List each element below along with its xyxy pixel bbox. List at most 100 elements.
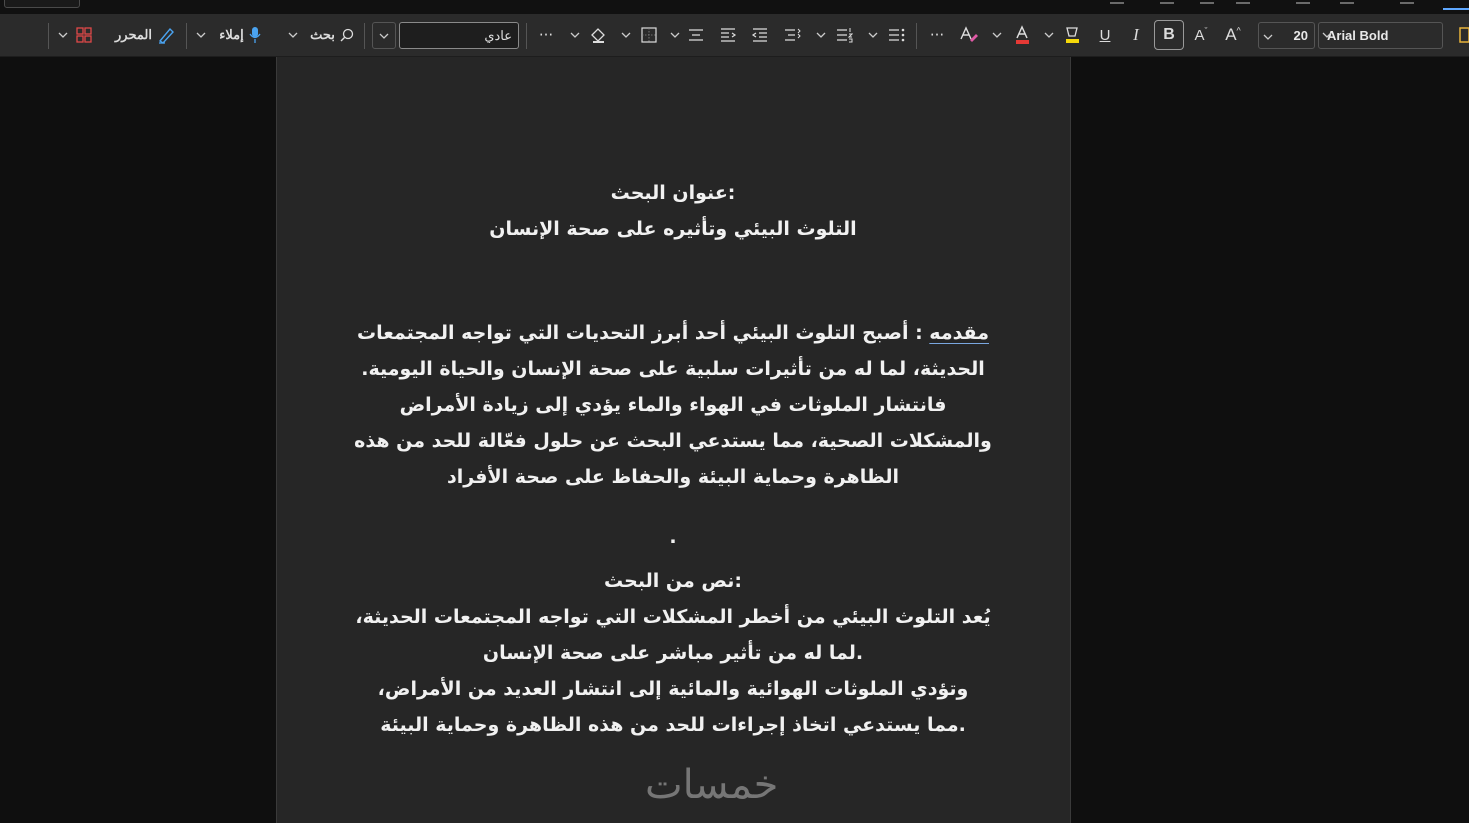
search-button[interactable]: بحث xyxy=(306,21,358,49)
body-heading: :نص من البحث xyxy=(604,570,742,592)
italic-button[interactable]: I xyxy=(1124,21,1148,49)
intro-line: فانتشار الملوثات في الهواء والماء يؤدي إ… xyxy=(399,394,947,416)
research-title: التلوث البيئي وتأثيره على صحة الإنسان xyxy=(489,218,857,240)
styles-dropdown[interactable]: عادي xyxy=(399,22,519,49)
shrink-font-button[interactable]: Aˇ xyxy=(1189,21,1213,49)
share-button[interactable] xyxy=(4,0,80,8)
styles-chevron-down-icon[interactable] xyxy=(372,22,396,49)
clear-formatting-button[interactable] xyxy=(957,21,981,49)
ribbon-tab[interactable] xyxy=(1400,0,1414,4)
ribbon-tab[interactable] xyxy=(1200,0,1214,4)
divider xyxy=(916,23,917,49)
document-page[interactable]: :عنوان البحث التلوث البيئي وتأثيره على ص… xyxy=(276,57,1071,823)
ribbon-toolbar: Arial Bold 20 A^ Aˇ B I U ··· ··· عادي ب… xyxy=(0,14,1469,57)
font-name-value: Arial Bold xyxy=(1327,28,1389,43)
divider xyxy=(526,23,527,49)
introduction-paragraph: مقدمه : أصبح التلوث البيئي أحد أبرز التح… xyxy=(353,315,993,495)
intro-line: والمشكلات الصحية، مما يستدعي البحث عن حل… xyxy=(354,430,992,452)
underline-label: U xyxy=(1099,26,1111,44)
align-button[interactable] xyxy=(684,21,708,49)
more-icon: ··· xyxy=(538,26,554,44)
shading-button[interactable] xyxy=(586,21,610,49)
divider xyxy=(364,23,365,49)
clear-formatting-icon xyxy=(960,26,978,42)
body-section: :نص من البحث يُعد التلوث البيئي من أخطر … xyxy=(353,563,993,743)
decrease-indent-button[interactable] xyxy=(748,21,772,49)
dictate-button[interactable]: إملاء xyxy=(214,21,266,49)
grow-font-button[interactable]: A^ xyxy=(1221,21,1245,49)
body-line: .لما له من تأثير مباشر على صحة الإنسان xyxy=(482,642,864,664)
align-center-icon xyxy=(689,29,703,41)
divider xyxy=(186,23,187,49)
ribbon-tab[interactable] xyxy=(1340,0,1354,4)
ribbon-tab[interactable] xyxy=(1110,0,1124,4)
body-line: .مما يستدعي اتخاذ إجراءات للحد من هذه ال… xyxy=(380,714,966,736)
intro-heading: مقدمه xyxy=(929,322,989,344)
bullets-button[interactable] xyxy=(884,21,908,49)
italic-label: I xyxy=(1133,25,1139,44)
bullets-chevron-down-icon[interactable] xyxy=(866,21,880,49)
shrink-font-icon: Aˇ xyxy=(1194,26,1208,44)
bullets-icon xyxy=(889,28,905,42)
highlighter-icon xyxy=(1066,27,1079,43)
shading-chevron-down-icon[interactable] xyxy=(568,21,582,49)
more-font-options-button[interactable]: ··· xyxy=(925,21,949,49)
intro-line: الظاهرة وحماية البيئة والحفاظ على صحة ال… xyxy=(446,466,900,488)
body-line: وتؤدي الملوثات الهوائية والمائية إلى انت… xyxy=(377,678,969,700)
numbering-button[interactable] xyxy=(832,21,856,49)
title-block: :عنوان البحث التلوث البيئي وتأثيره على ص… xyxy=(353,175,993,247)
font-name-chevron-down-icon[interactable] xyxy=(1318,21,1336,49)
grow-font-icon: A^ xyxy=(1225,25,1241,44)
ribbon-tab[interactable] xyxy=(1296,0,1310,4)
bold-button[interactable]: B xyxy=(1154,20,1184,50)
intro-line-text: أصبح التلوث البيئي أحد أبرز التحديات الت… xyxy=(356,322,909,344)
microphone-icon xyxy=(249,27,261,43)
dictate-chevron-down-icon[interactable] xyxy=(194,21,208,49)
intro-colon: : xyxy=(908,322,930,344)
borders-button[interactable] xyxy=(637,21,661,49)
bold-label: B xyxy=(1163,26,1175,43)
body-line: يُعد التلوث البيئي من أخطر المشكلات التي… xyxy=(355,606,991,628)
font-size-value: 20 xyxy=(1293,28,1308,43)
font-size-dropdown[interactable]: 20 xyxy=(1258,22,1315,49)
style-value: عادي xyxy=(484,27,512,43)
font-color-button[interactable] xyxy=(1010,21,1034,49)
highlight-button[interactable] xyxy=(1060,21,1084,49)
font-color-chevron-down-icon[interactable] xyxy=(990,21,1004,49)
numbering-icon xyxy=(837,28,853,43)
add-ins-chevron-down-icon[interactable] xyxy=(56,21,70,49)
search-label: بحث xyxy=(310,27,335,42)
title-label: :عنوان البحث xyxy=(610,182,736,204)
decrease-indent-icon xyxy=(751,28,767,42)
increase-indent-button[interactable] xyxy=(716,21,740,49)
document-workspace[interactable]: :عنوان البحث التلوث البيئي وتأثيره على ص… xyxy=(0,57,1469,823)
editor-pen-icon xyxy=(158,27,174,44)
ribbon-tab[interactable] xyxy=(1236,0,1250,4)
add-ins-grid-icon xyxy=(76,27,92,43)
dot-text: . xyxy=(669,526,677,548)
highlight-chevron-down-icon[interactable] xyxy=(1042,21,1056,49)
intro-line: مقدمه : أصبح التلوث البيئي أحد أبرز التح… xyxy=(353,315,993,351)
watermark-logo: خمسات xyxy=(645,762,779,808)
font-color-icon xyxy=(1016,25,1029,44)
paste-icon[interactable] xyxy=(1458,21,1469,49)
numbering-chevron-down-icon[interactable] xyxy=(814,21,828,49)
borders-icon xyxy=(641,27,657,43)
editor-button[interactable]: المحرر xyxy=(112,21,178,49)
more-paragraph-options-button[interactable]: ··· xyxy=(534,21,558,49)
borders-chevron-down-icon[interactable] xyxy=(619,21,633,49)
underline-button[interactable]: U xyxy=(1093,21,1117,49)
search-icon xyxy=(340,28,354,42)
ribbon-tab-strip xyxy=(0,0,1469,14)
add-ins-button[interactable] xyxy=(74,21,94,49)
editor-label: المحرر xyxy=(115,27,152,42)
multilevel-list-icon xyxy=(785,28,801,41)
more-icon: ··· xyxy=(929,26,945,44)
search-chevron-down-icon[interactable] xyxy=(286,21,300,49)
font-name-dropdown[interactable]: Arial Bold xyxy=(1318,22,1443,49)
multilevel-list-button[interactable] xyxy=(780,21,804,49)
ribbon-tab[interactable] xyxy=(1160,0,1174,4)
increase-indent-icon xyxy=(721,28,737,42)
align-chevron-down-icon[interactable] xyxy=(668,21,682,49)
ribbon-tab-home[interactable] xyxy=(1443,0,1469,10)
